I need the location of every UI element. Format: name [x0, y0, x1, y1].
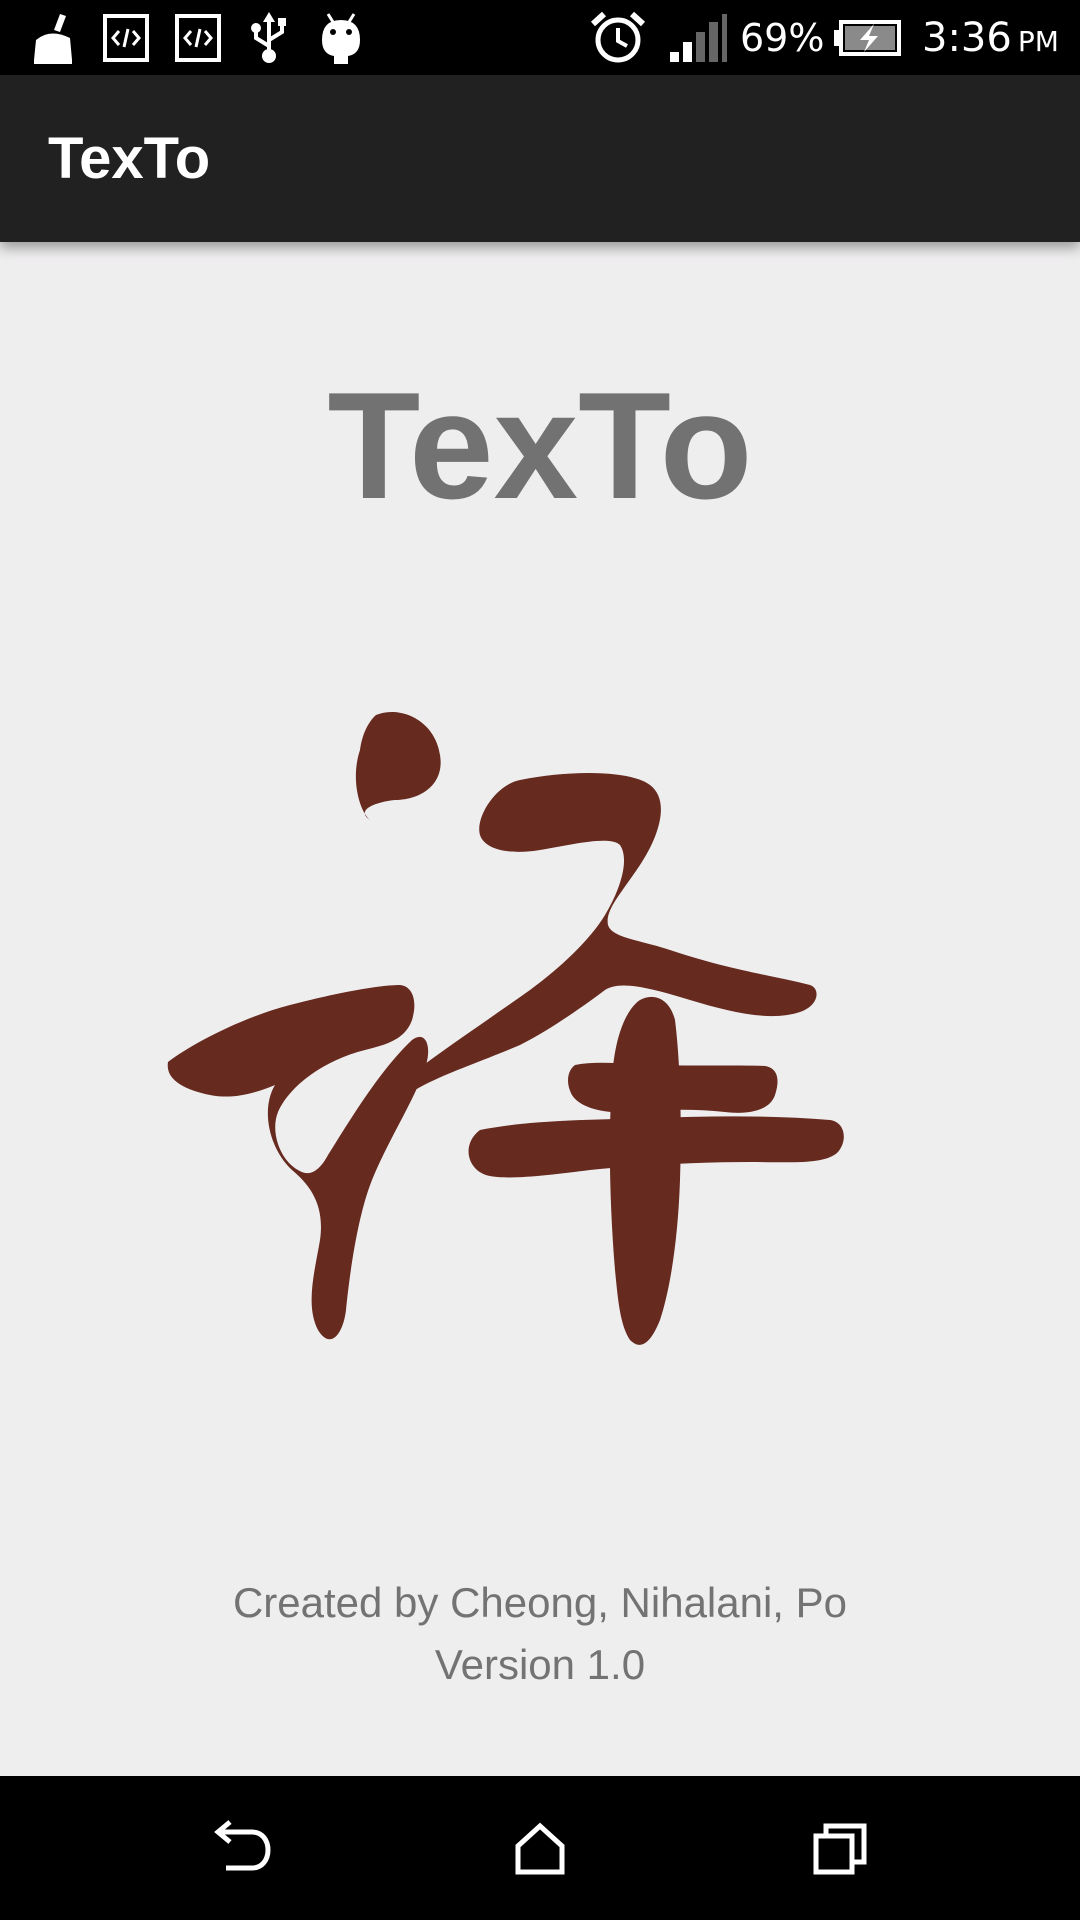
version-label: Version 1.0 [434, 1641, 646, 1688]
recents-button[interactable] [790, 1798, 890, 1898]
action-bar-title: TexTo [48, 126, 211, 191]
back-button[interactable] [190, 1798, 290, 1898]
home-button[interactable] [490, 1798, 590, 1898]
code-icon [102, 10, 150, 66]
app-name-heading: TexTo [327, 361, 753, 531]
back-icon [214, 1820, 271, 1871]
screen: 69% 3:36 PM TexTo TexTo Created by Cheon… [0, 0, 1080, 1920]
code-icon [174, 10, 222, 66]
status-clock: 3:36 PM [922, 14, 1059, 66]
clock-time: 3:36 [922, 15, 1012, 61]
chinese-character-translate-logo [150, 700, 930, 1420]
clock-ampm: PM [1017, 25, 1059, 58]
navigation-bar [0, 1776, 1080, 1920]
battery-charging-icon [832, 10, 902, 66]
home-icon [515, 1822, 565, 1875]
cleaner-icon [30, 10, 76, 66]
credits-authors: Created by Cheong, Nihalani, Po [232, 1579, 848, 1626]
recents-icon [813, 1823, 867, 1875]
status-bar: 69% 3:36 PM [0, 0, 1080, 75]
battery-percent: 69% [740, 16, 825, 60]
action-bar: TexTo [0, 75, 1080, 242]
signal-icon [668, 10, 728, 66]
credits: Created by Cheong, Nihalani, Po Version … [0, 1572, 1080, 1696]
usb-icon [246, 10, 292, 66]
alarm-icon [590, 10, 646, 66]
android-icon [318, 10, 364, 66]
